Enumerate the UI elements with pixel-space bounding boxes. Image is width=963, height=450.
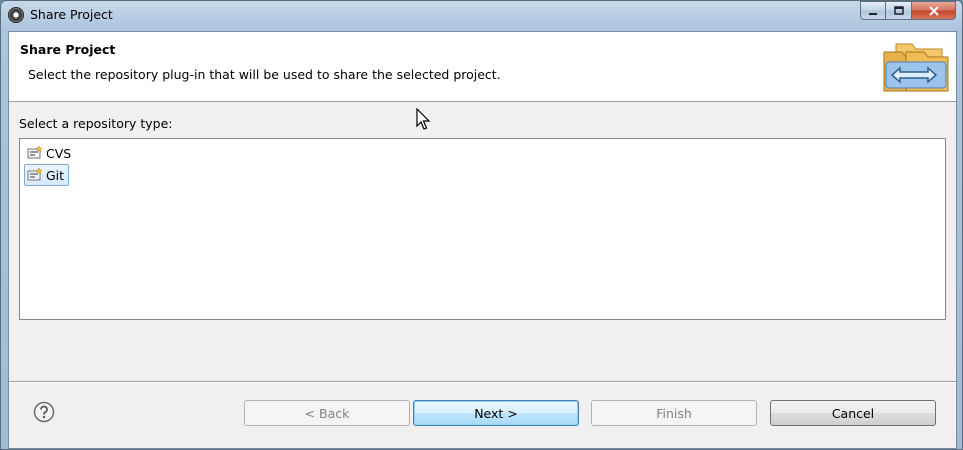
git-repository-icon [27, 167, 43, 183]
finish-button[interactable]: Finish [591, 400, 757, 426]
list-item-label: CVS [46, 145, 72, 161]
cancel-button[interactable]: Cancel [770, 400, 936, 426]
window-controls [860, 1, 956, 20]
list-item-label: Git [46, 167, 65, 183]
share-folders-icon [883, 43, 949, 92]
mouse-pointer-icon [416, 108, 431, 130]
wizard-body: Select a repository type: CVS Git [9, 103, 956, 381]
list-item-cvs[interactable]: CVS [24, 142, 76, 164]
list-item-git[interactable]: Git [24, 164, 70, 186]
share-project-window: Share Project Share Project Select the r… [0, 0, 963, 450]
wizard-banner: Share Project Select the repository plug… [9, 32, 956, 102]
banner-title: Share Project [20, 42, 116, 57]
button-bar-separator [9, 381, 956, 383]
eclipse-app-icon [8, 7, 24, 23]
cvs-repository-icon [27, 145, 43, 161]
maximize-button[interactable] [886, 1, 912, 20]
window-title: Share Project [30, 7, 113, 22]
help-icon[interactable] [33, 401, 55, 423]
banner-description: Select the repository plug-in that will … [28, 67, 501, 82]
repository-type-label: Select a repository type: [19, 116, 173, 131]
next-button[interactable]: Next > [413, 400, 579, 426]
back-button[interactable]: < Back [244, 400, 410, 426]
repository-type-list[interactable]: CVS Git [19, 138, 946, 320]
maximize-icon [893, 5, 904, 15]
close-icon [928, 5, 939, 16]
dialog-client-area: Share Project Select the repository plug… [8, 31, 957, 449]
close-button[interactable] [912, 1, 956, 20]
minimize-icon [869, 12, 877, 15]
title-bar[interactable]: Share Project [1, 1, 962, 29]
minimize-button[interactable] [860, 1, 886, 20]
